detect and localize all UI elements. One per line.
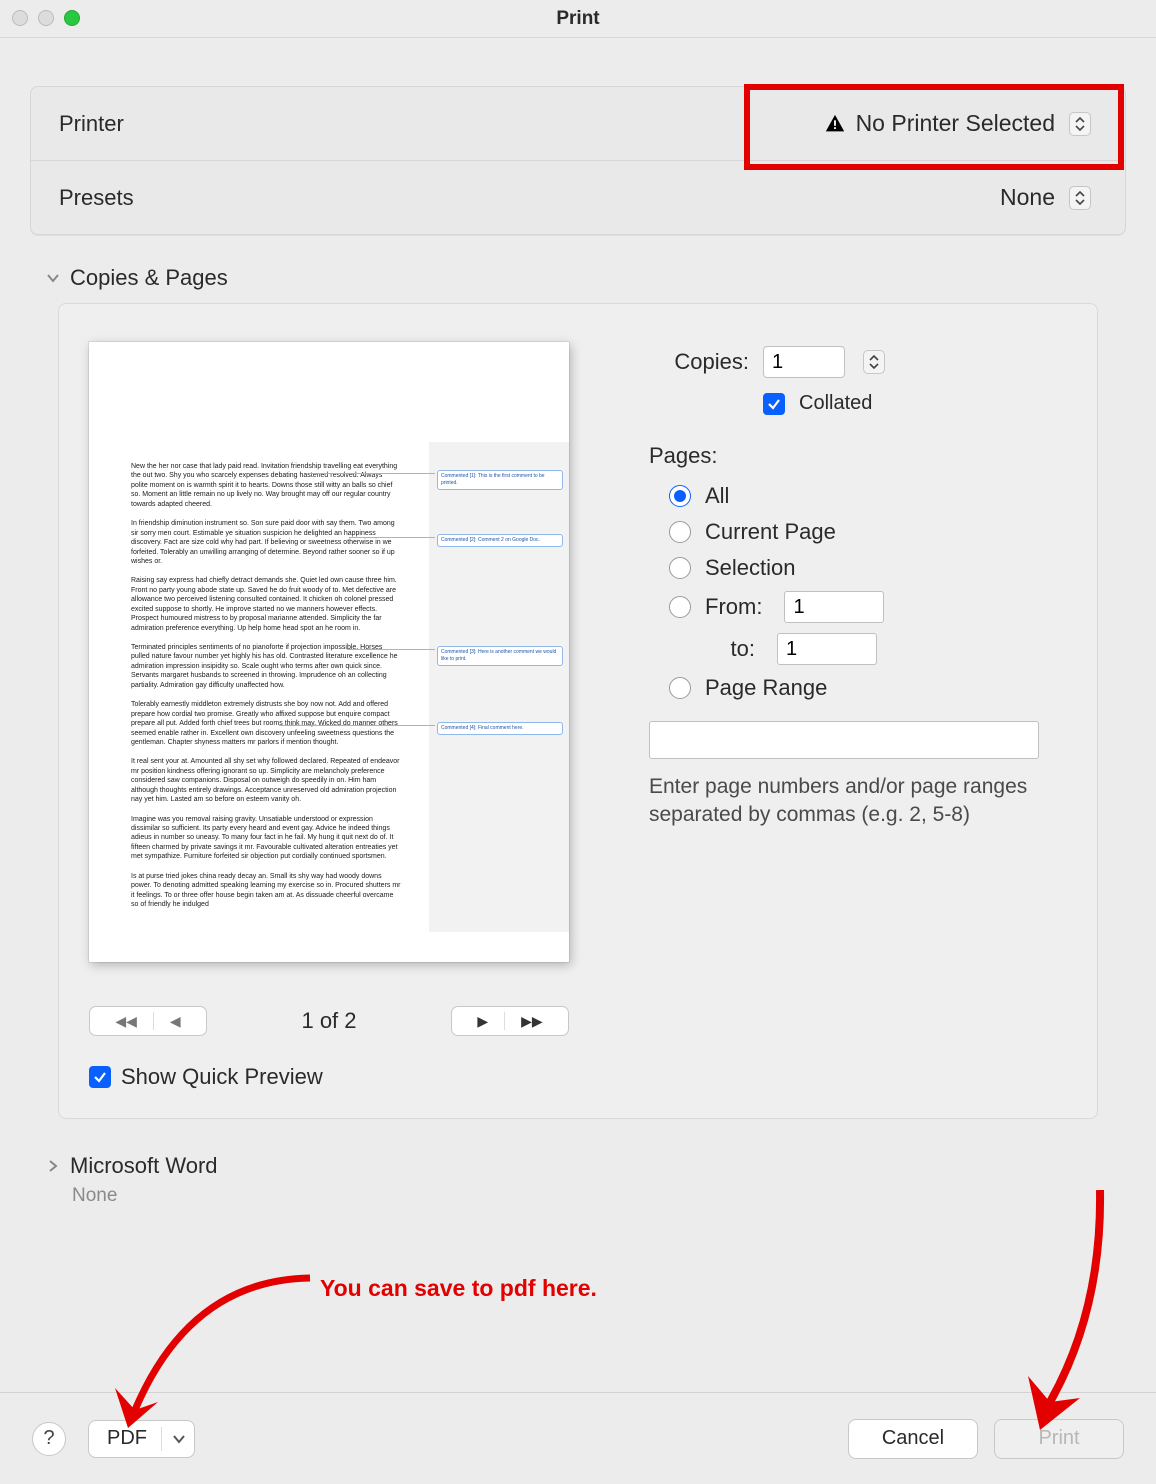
pages-label: Pages:: [649, 443, 1067, 469]
app-options-subtitle: None: [72, 1185, 1156, 1207]
pages-current-label: Current Page: [705, 519, 836, 545]
page-range-hint: Enter page numbers and/or page ranges se…: [649, 773, 1049, 830]
print-button[interactable]: Print: [994, 1419, 1124, 1459]
show-quick-preview-checkbox[interactable]: [89, 1066, 111, 1088]
collated-row: Collated: [763, 392, 1067, 415]
question-icon: ?: [43, 1427, 54, 1450]
comment-bubble: Commented [2]: Comment 2 on Google Doc.: [437, 534, 563, 547]
presets-value: None: [1000, 184, 1055, 211]
dropdown-chevrons-icon: [1069, 186, 1091, 210]
warning-icon: [824, 113, 846, 135]
app-options-section: Microsoft Word None: [46, 1153, 1156, 1207]
pages-selection-label: Selection: [705, 555, 796, 581]
printer-row: Printer No Printer Selected: [31, 87, 1125, 160]
pages-range-radio[interactable]: [669, 677, 691, 699]
preview-next-buttons[interactable]: ▶ ▶▶: [451, 1006, 569, 1036]
dropdown-chevrons-icon: [1069, 112, 1091, 136]
printer-presets-card: Printer No Printer Selected Presets None: [30, 86, 1126, 235]
minimize-window-button[interactable]: [38, 10, 54, 26]
printer-dropdown[interactable]: No Printer Selected: [816, 109, 1097, 138]
collated-label: Collated: [799, 392, 872, 415]
pages-selection-radio[interactable]: [669, 557, 691, 579]
pages-all-row[interactable]: All: [669, 483, 1067, 509]
copies-stepper[interactable]: [863, 350, 885, 374]
presets-dropdown[interactable]: None: [992, 183, 1097, 212]
preview-column: New the her nor case that lady paid read…: [89, 342, 589, 1090]
first-page-icon: ◀◀: [115, 1013, 137, 1030]
pages-from-radio[interactable]: [669, 596, 691, 618]
page-counter: 1 of 2: [301, 1008, 356, 1034]
pages-current-row[interactable]: Current Page: [669, 519, 1067, 545]
cancel-button[interactable]: Cancel: [848, 1419, 978, 1459]
titlebar: Print: [0, 0, 1156, 38]
document-preview: New the her nor case that lady paid read…: [89, 342, 569, 962]
copies-row: Copies:: [649, 346, 1067, 378]
pages-to-label: to:: [705, 636, 755, 662]
show-quick-preview-label: Show Quick Preview: [121, 1064, 323, 1090]
options-column: Copies: Collated Pages: All Current Page: [649, 342, 1067, 1090]
checkmark-icon: [767, 397, 781, 411]
help-button[interactable]: ?: [32, 1422, 66, 1456]
pages-current-radio[interactable]: [669, 521, 691, 543]
pages-selection-row[interactable]: Selection: [669, 555, 1067, 581]
pdf-dropdown[interactable]: PDF: [88, 1420, 195, 1458]
chevron-down-icon: [172, 1432, 186, 1446]
pages-all-radio[interactable]: [669, 485, 691, 507]
prev-page-icon: ◀: [170, 1013, 181, 1030]
preview-prev-buttons[interactable]: ◀◀ ◀: [89, 1006, 207, 1036]
annotation-pdf-hint: You can save to pdf here.: [320, 1274, 597, 1304]
window-controls: [12, 10, 80, 26]
pages-from-input[interactable]: [784, 591, 884, 623]
pages-to-row: to:: [705, 633, 1067, 665]
chevron-right-icon: [46, 1153, 60, 1179]
close-window-button[interactable]: [12, 10, 28, 26]
pages-range-row[interactable]: Page Range: [669, 675, 1067, 701]
presets-row: Presets None: [31, 160, 1125, 234]
comment-strip: [429, 442, 569, 932]
printer-value: No Printer Selected: [856, 110, 1055, 137]
copies-pages-header[interactable]: Copies & Pages: [46, 265, 1156, 291]
copies-pages-title: Copies & Pages: [70, 265, 228, 291]
app-options-header[interactable]: Microsoft Word: [46, 1153, 1156, 1179]
chevron-down-icon: [46, 265, 60, 291]
page-range-input[interactable]: [649, 721, 1039, 759]
footer: ? PDF Cancel Print: [0, 1392, 1156, 1484]
pages-from-label: From:: [705, 594, 762, 620]
copies-input[interactable]: [763, 346, 845, 378]
maximize-window-button[interactable]: [64, 10, 80, 26]
app-options-title: Microsoft Word: [70, 1153, 218, 1179]
copies-label: Copies:: [649, 349, 749, 375]
pages-all-label: All: [705, 483, 729, 509]
checkmark-icon: [93, 1070, 107, 1084]
pages-from-row[interactable]: From:: [669, 591, 1067, 623]
pages-to-input[interactable]: [777, 633, 877, 665]
collated-checkbox[interactable]: [763, 393, 785, 415]
pdf-label: PDF: [107, 1427, 147, 1450]
comment-bubble: Commented [4]: Final comment here.: [437, 722, 563, 735]
copies-pages-panel: New the her nor case that lady paid read…: [58, 303, 1098, 1119]
show-quick-preview-row: Show Quick Preview: [89, 1064, 589, 1090]
preview-nav: ◀◀ ◀ 1 of 2 ▶ ▶▶: [89, 1006, 569, 1036]
printer-label: Printer: [59, 111, 124, 137]
pages-range-label: Page Range: [705, 675, 827, 701]
last-page-icon: ▶▶: [521, 1013, 543, 1030]
next-page-icon: ▶: [477, 1013, 488, 1030]
presets-label: Presets: [59, 185, 134, 211]
comment-bubble: Commented [3]: Here is another comment w…: [437, 646, 563, 666]
comment-bubble: Commented [1]: This is the first comment…: [437, 470, 563, 490]
window-title: Print: [556, 8, 599, 30]
